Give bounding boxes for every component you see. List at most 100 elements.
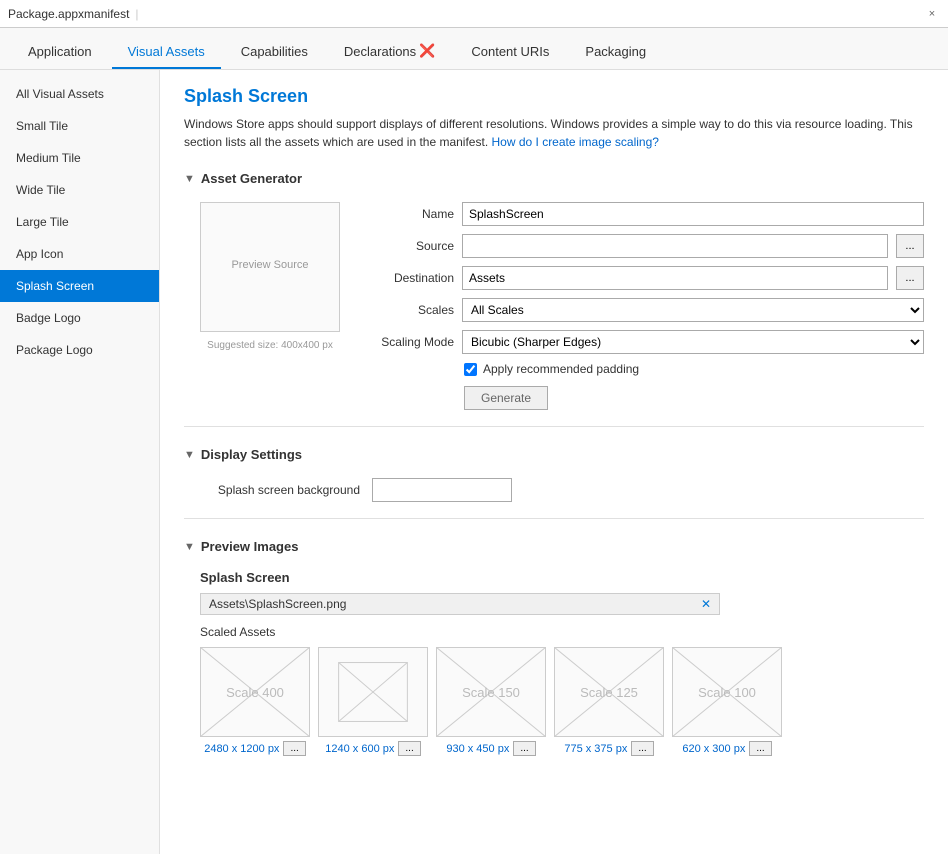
bg-row: Splash screen background [200,478,924,502]
field-source-label: Source [364,239,454,253]
scaled-assets-row: Scale 400 2480 x 1200 px ... [200,647,924,756]
preview-label: Preview Source [231,259,308,271]
title-bar-filename: Package.appxmanifest [8,7,129,21]
file-path-text: Assets\SplashScreen.png [209,597,697,611]
field-destination-input[interactable] [462,266,888,290]
field-source-browse[interactable]: ... [896,234,924,258]
sidebar-item-app-icon[interactable]: App Icon [0,238,159,270]
scale-dims-x: 1240 x 600 px [325,743,394,755]
suggested-size: Suggested size: 400x400 px [203,336,337,355]
tab-visual-assets[interactable]: Visual Assets [112,36,221,69]
preview-sub-title: Splash Screen [200,570,924,585]
scale-item-125: Scale 125 775 x 375 px ... [554,647,664,756]
field-scaling-mode-select[interactable]: Bicubic (Sharper Edges) Bicubic Linear N… [462,330,924,354]
scale-label-125: Scale 125 [580,685,638,700]
tab-capabilities[interactable]: Capabilities [225,36,324,69]
asset-generator-chevron: ▼ [184,173,195,185]
scale-dims-row-125: 775 x 375 px ... [564,741,653,756]
sidebar-item-medium-tile[interactable]: Medium Tile [0,142,159,174]
page-description: Windows Store apps should support displa… [184,115,924,151]
scale-item-x: 1240 x 600 px ... [318,647,428,756]
tab-packaging[interactable]: Packaging [569,36,662,69]
scale-preview-x [318,647,428,737]
field-destination-label: Destination [364,271,454,285]
preview-container: Preview Source Suggested size: 400x400 p… [200,202,340,410]
scale-browse-100[interactable]: ... [749,741,771,756]
field-source-input[interactable] [462,234,888,258]
file-clear-button[interactable]: ✕ [701,597,711,611]
apply-padding-label: Apply recommended padding [483,362,639,376]
preview-box: Preview Source [200,202,340,332]
asset-generator-header[interactable]: ▼ Asset Generator [184,167,924,190]
scale-label-150: Scale 150 [462,685,520,700]
scaled-assets-label: Scaled Assets [200,625,924,639]
scale-browse-125[interactable]: ... [631,741,653,756]
field-scales-select[interactable]: All Scales Scale 100 Scale 125 Scale 150… [462,298,924,322]
scale-item-150: Scale 150 930 x 450 px ... [436,647,546,756]
display-settings-chevron: ▼ [184,449,195,461]
scale-browse-400[interactable]: ... [283,741,305,756]
asset-generator-body: Preview Source Suggested size: 400x400 p… [184,202,924,410]
preview-images-header[interactable]: ▼ Preview Images [184,535,924,558]
sidebar: All Visual Assets Small Tile Medium Tile… [0,70,160,854]
bg-label: Splash screen background [200,483,360,497]
page-title: Splash Screen [184,86,924,107]
sidebar-item-package-logo[interactable]: Package Logo [0,334,159,366]
display-settings-header[interactable]: ▼ Display Settings [184,443,924,466]
field-source-row: Source ... [364,234,924,258]
display-settings-title: Display Settings [201,447,302,462]
asset-generator-section: ▼ Asset Generator Preview Source Suggest… [184,167,924,410]
top-nav: Application Visual Assets Capabilities D… [0,28,948,70]
field-name-row: Name [364,202,924,226]
field-name-input[interactable] [462,202,924,226]
preview-images-body: Splash Screen Assets\SplashScreen.png ✕ … [184,570,924,756]
sidebar-item-badge-logo[interactable]: Badge Logo [0,302,159,334]
scale-preview-125: Scale 125 [554,647,664,737]
apply-padding-row: Apply recommended padding [364,362,924,376]
scale-browse-150[interactable]: ... [513,741,535,756]
scale-label-100: Scale 100 [698,685,756,700]
file-path-row: Assets\SplashScreen.png ✕ [200,593,720,615]
sidebar-item-wide-tile[interactable]: Wide Tile [0,174,159,206]
bg-input[interactable] [372,478,512,502]
scale-dims-row-100: 620 x 300 px ... [682,741,771,756]
scale-dims-150: 930 x 450 px [446,743,509,755]
tab-content-uris[interactable]: Content URIs [455,36,565,69]
scale-browse-x[interactable]: ... [398,741,420,756]
declarations-error-icon: ❌ [419,43,435,59]
main-layout: All Visual Assets Small Tile Medium Tile… [0,70,948,854]
sidebar-item-large-tile[interactable]: Large Tile [0,206,159,238]
scale-dims-100: 620 x 300 px [682,743,745,755]
scale-item-400: Scale 400 2480 x 1200 px ... [200,647,310,756]
sidebar-item-splash-screen[interactable]: Splash Screen [0,270,159,302]
display-settings-body: Splash screen background [184,478,924,502]
field-scales-label: Scales [364,303,454,317]
scale-item-100: Scale 100 620 x 300 px ... [672,647,782,756]
sidebar-item-all-visual-assets[interactable]: All Visual Assets [0,78,159,110]
scale-preview-150: Scale 150 [436,647,546,737]
title-bar-close[interactable]: × [924,6,940,22]
preview-images-title: Preview Images [201,539,299,554]
scale-dims-125: 775 x 375 px [564,743,627,755]
apply-padding-checkbox[interactable] [464,363,477,376]
field-destination-browse[interactable]: ... [896,266,924,290]
scale-dims-row-400: 2480 x 1200 px ... [204,741,306,756]
title-bar: Package.appxmanifest | × [0,0,948,28]
divider-2 [184,518,924,519]
preview-images-section: ▼ Preview Images Splash Screen Assets\Sp… [184,535,924,756]
field-scales-row: Scales All Scales Scale 100 Scale 125 Sc… [364,298,924,322]
scale-dims-row-150: 930 x 450 px ... [446,741,535,756]
field-scaling-mode-row: Scaling Mode Bicubic (Sharper Edges) Bic… [364,330,924,354]
scale-dims-row-x: 1240 x 600 px ... [325,741,420,756]
generate-button[interactable]: Generate [464,386,548,410]
display-settings-section: ▼ Display Settings Splash screen backgro… [184,443,924,502]
scale-dims-400: 2480 x 1200 px [204,743,279,755]
tab-application[interactable]: Application [12,36,108,69]
content-area: Splash Screen Windows Store apps should … [160,70,948,854]
scale-label-400: Scale 400 [226,685,284,700]
scaling-help-link[interactable]: How do I create image scaling? [492,135,659,149]
asset-generator-form: Name Source ... Destination ... [364,202,924,410]
field-scaling-mode-label: Scaling Mode [364,335,454,349]
tab-declarations[interactable]: Declarations❌ [328,35,451,69]
sidebar-item-small-tile[interactable]: Small Tile [0,110,159,142]
